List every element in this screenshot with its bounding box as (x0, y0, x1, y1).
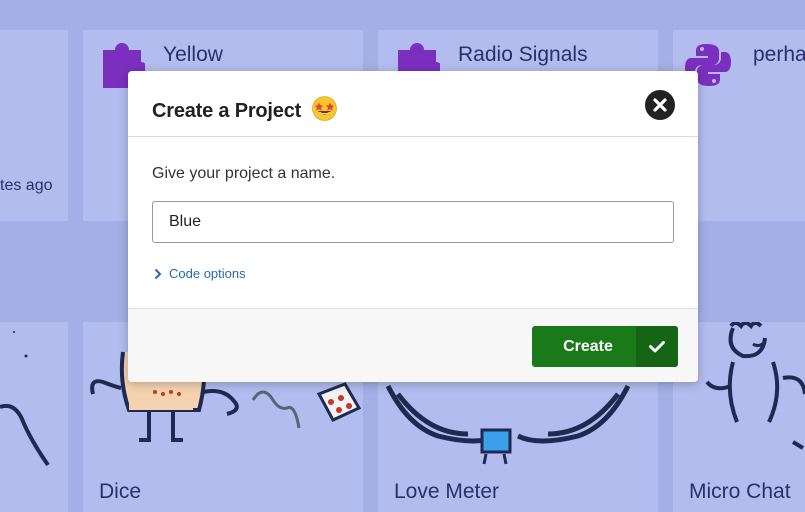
project-card-time: tes ago (0, 177, 53, 194)
dialog-body: Give your project a name. Code options (128, 137, 698, 309)
doodle-illustration (0, 331, 50, 467)
star-struck-emoji-icon (312, 96, 338, 121)
project-card-title: Radio Signals (458, 43, 588, 66)
chevron-right-icon (154, 268, 162, 279)
create-project-dialog: Create a Project Give your project a nam… (128, 71, 698, 382)
project-card-title: Yellow (163, 43, 223, 66)
project-card[interactable]: tes ago (0, 30, 68, 221)
check-icon (649, 341, 665, 353)
project-card-title: Dice (99, 480, 142, 503)
close-button[interactable] (645, 90, 675, 120)
code-options-label: Code options (169, 266, 246, 281)
project-card-title: Love Meter (394, 480, 500, 503)
project-name-prompt: Give your project a name. (152, 165, 336, 182)
project-card-title: perha (753, 43, 805, 66)
create-button-label: Create (563, 338, 613, 355)
create-button[interactable]: Create (532, 326, 678, 367)
project-name-input[interactable] (152, 201, 674, 243)
project-card-title: Micro Chat (689, 480, 791, 503)
dialog-title-text: Create a Project (152, 100, 302, 122)
code-options-toggle[interactable]: Code options (154, 266, 246, 281)
create-button-icon-area (636, 326, 678, 367)
dialog-footer: Create (128, 308, 698, 382)
project-card[interactable] (0, 322, 68, 512)
dialog-header: Create a Project (128, 71, 698, 137)
close-icon (653, 98, 667, 112)
dialog-title: Create a Project (152, 92, 338, 123)
